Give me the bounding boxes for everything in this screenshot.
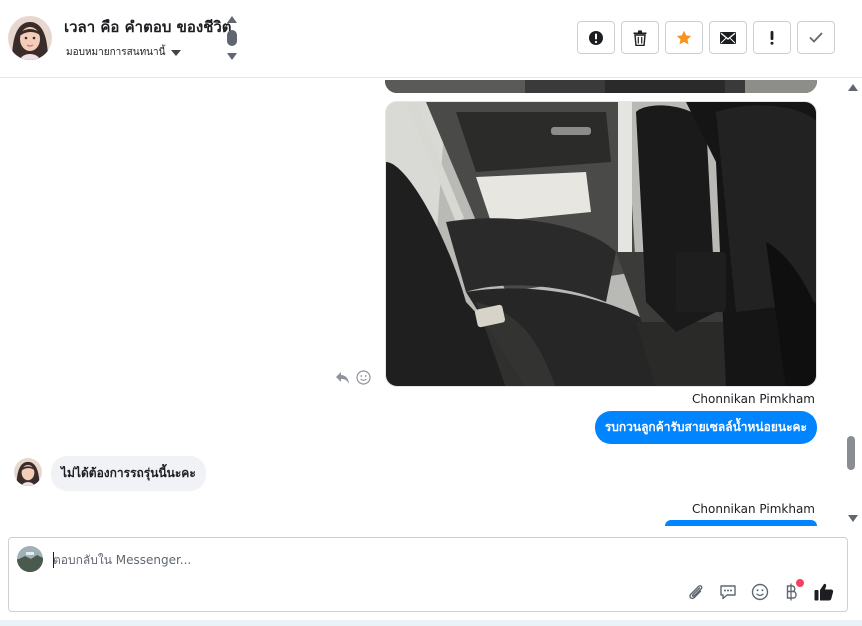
reply-input[interactable] [53,550,653,570]
message-bubble-incoming[interactable]: ไม่ได้ต้องการรถรุ่นนี้นะคะ [51,456,206,491]
attachment-image[interactable] [385,101,817,387]
payment-button[interactable] [781,579,804,603]
assign-label: มอบหมายการสนทนานี้ [66,47,166,58]
paperclip-icon [689,585,703,600]
arrow-up-icon[interactable] [227,16,237,23]
delete-button[interactable] [621,21,659,54]
contact-avatar[interactable] [8,16,52,60]
conversation-nav[interactable] [226,16,238,62]
notification-dot [796,579,804,587]
mark-unread-button[interactable] [709,21,747,54]
composer-tools [685,579,835,603]
mark-important-button[interactable] [753,21,791,54]
trash-icon [633,30,647,46]
smiley-icon [751,583,769,601]
caret-down-icon [171,49,182,56]
assign-conversation-dropdown[interactable]: มอบหมายการสนทนานี้ [66,45,182,60]
contact-name: เวลา คือ คำตอบ ของชีวิต [64,18,232,36]
message-sender-name: Chonnikan Pimkham [692,392,815,406]
chat-bubble-icon [720,585,736,600]
attachment-image-partial[interactable] [385,79,817,93]
conversation-header: เวลา คือ คำตอบ ของชีวิต มอบหมายการสนทนาน… [0,0,862,78]
saved-replies-button[interactable] [717,581,739,603]
scroll-up-arrow[interactable] [848,84,858,91]
message-sender-name: Chonnikan Pimkham [692,502,815,516]
message-actions [335,370,371,385]
emoji-react-icon[interactable] [356,370,371,385]
window-bottom-edge [0,620,862,626]
star-icon [676,30,692,44]
page-avatar [17,546,43,572]
check-icon [809,32,823,43]
alert-circle-icon [589,30,603,45]
message-bubble-outgoing[interactable]: รบกวนลูกค้ารับสายเซลล์น้ำหน่อยนะคะ [594,411,817,444]
reply-icon[interactable] [335,371,350,385]
emoji-button[interactable] [749,581,771,603]
reply-composer [8,537,848,612]
thumbs-up-icon [814,583,834,601]
like-button[interactable] [813,581,835,603]
contact-avatar-small[interactable] [14,458,42,486]
nav-handle [227,30,237,46]
scrollbar-thumb[interactable] [847,436,855,470]
conversation-toolbar [577,21,835,54]
envelope-icon [720,31,736,44]
star-button[interactable] [665,21,703,54]
text-caret [53,552,54,568]
scroll-down-arrow[interactable] [848,515,858,522]
attach-button[interactable] [685,581,707,603]
exclamation-icon [770,30,774,45]
arrow-down-icon[interactable] [227,53,237,60]
mark-done-button[interactable] [797,21,835,54]
message-bubble-outgoing-partial[interactable] [665,520,817,526]
report-button[interactable] [577,21,615,54]
